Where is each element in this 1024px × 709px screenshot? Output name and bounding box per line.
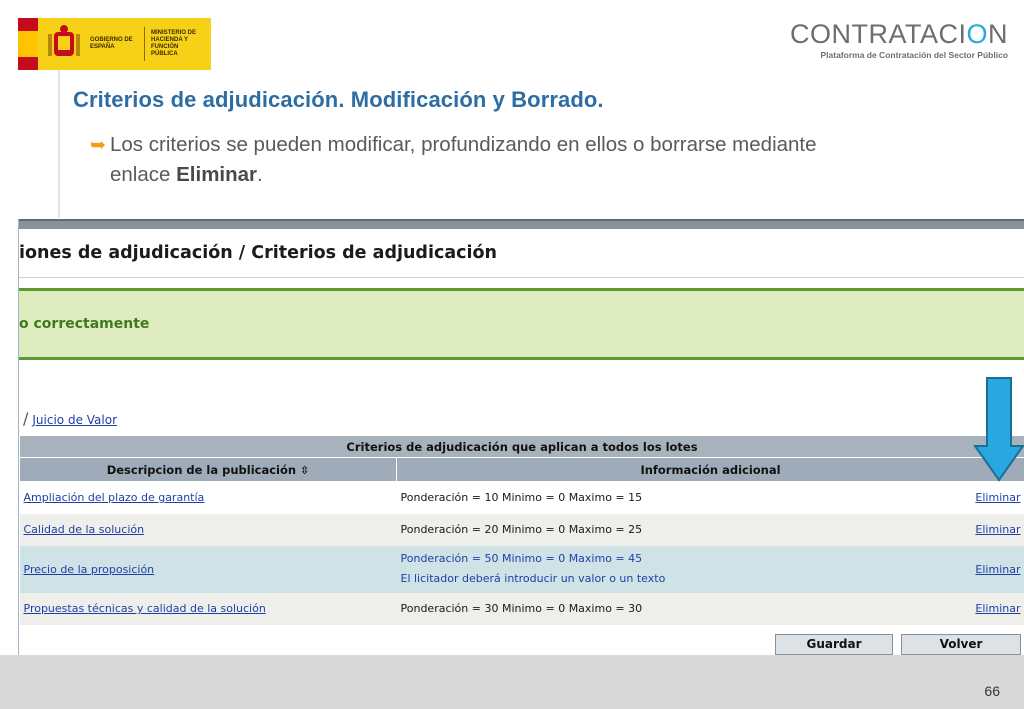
criterion-info: Ponderación = 10 Minimo = 0 Maximo = 15 <box>396 481 965 514</box>
gov-text: GOBIERNO DE ESPAÑA <box>90 37 133 50</box>
save-tender-button[interactable]: Guardar Licitación <box>775 634 893 655</box>
sort-icon[interactable]: ⇳ <box>300 464 309 477</box>
left-rule <box>58 70 60 218</box>
embedded-screenshot: iones de adjudicación / Criterios de adj… <box>18 219 1024 655</box>
table-row: Propuestas técnicas y calidad de la solu… <box>19 592 1024 625</box>
criterion-link[interactable]: Propuestas técnicas y calidad de la solu… <box>24 602 266 615</box>
table-group-header: Criterios de adjudicación que aplican a … <box>19 435 1024 458</box>
criterion-link[interactable]: Ampliación del plazo de garantía <box>24 491 205 504</box>
table-row: Ampliación del plazo de garantía Pondera… <box>19 481 1024 514</box>
bullet-text: ➥ Los criterios se pueden modificar, prof… <box>90 133 817 186</box>
screenshot-heading: iones de adjudicación / Criterios de adj… <box>19 243 497 263</box>
criteria-table: Criterios de adjudicación que aplican a … <box>19 435 1024 625</box>
delete-link[interactable]: Eliminar <box>975 523 1020 536</box>
delete-link[interactable]: Eliminar <box>975 491 1020 504</box>
arrow-bullet-icon: ➥ <box>90 135 106 156</box>
success-message: o correctamente <box>19 316 150 332</box>
slide-title: Criterios de adjudicación. Modificación … <box>73 87 604 112</box>
table-row: Precio de la proposición Ponderación = 5… <box>19 545 1024 593</box>
bold-keyword: Eliminar <box>176 163 258 186</box>
footer-bar <box>0 655 1024 709</box>
gov-panel: GOBIERNO DE ESPAÑA MINISTERIO DE HACIEND… <box>38 18 211 70</box>
success-message-box: o correctamente <box>19 288 1024 360</box>
criterion-info: Ponderación = 20 Minimo = 0 Maximo = 25 <box>396 513 965 546</box>
criterion-info: Ponderación = 50 Minimo = 0 Maximo = 45 … <box>396 545 965 593</box>
power-icon: O <box>966 19 988 49</box>
top-bar <box>19 219 1024 229</box>
table-row: Calidad de la solución Ponderación = 20 … <box>19 513 1024 546</box>
delete-link[interactable]: Eliminar <box>975 563 1020 576</box>
back-button[interactable]: Volver <box>901 634 1021 655</box>
brand-subtitle: Plataforma de Contratación del Sector Pú… <box>820 50 1008 60</box>
flag-stripe <box>18 18 38 70</box>
down-arrow-icon <box>973 377 1024 482</box>
breadcrumb-link-juicio-de-valor[interactable]: Juicio de Valor <box>32 413 117 427</box>
criterion-link[interactable]: Calidad de la solución <box>24 523 145 536</box>
col-header-description[interactable]: Descripcion de la publicación ⇳ <box>19 457 397 482</box>
ministry-text: MINISTERIO DE HACIENDA Y FUNCIÓN PÚBLICA <box>151 30 197 57</box>
col-header-info: Información adicional <box>396 457 1024 482</box>
coat-of-arms-icon <box>48 25 80 56</box>
criterion-info: Ponderación = 30 Minimo = 0 Maximo = 30 <box>396 592 965 625</box>
government-logo: GOBIERNO DE ESPAÑA MINISTERIO DE HACIEND… <box>18 18 211 70</box>
page-number: 66 <box>984 683 1000 699</box>
brand-word: CONTRATACION <box>789 19 1008 49</box>
criterion-link[interactable]: Precio de la proposición <box>24 563 155 576</box>
delete-link[interactable]: Eliminar <box>975 602 1020 615</box>
criterion-info-note: El licitador deberá introducir un valor … <box>400 572 666 585</box>
breadcrumb: / Juicio de Valor <box>23 409 118 428</box>
contratacion-logo: CONTRATACION Plataforma de Contratación … <box>790 20 1008 60</box>
